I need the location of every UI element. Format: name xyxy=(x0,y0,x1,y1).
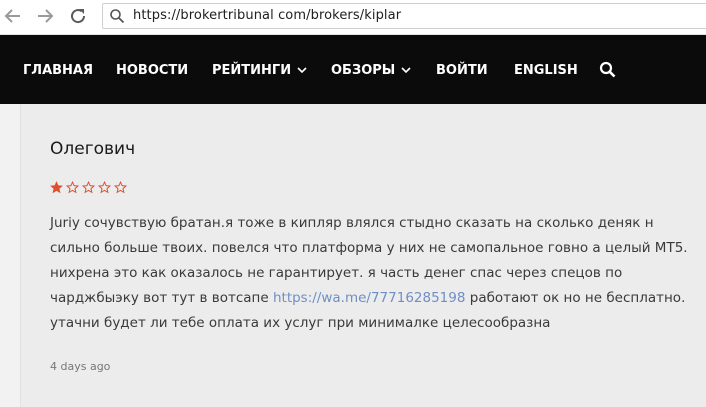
address-bar[interactable]: https://brokertribunal com/brokers/kipla… xyxy=(102,3,706,29)
nav-item-english[interactable]: ENGLISH xyxy=(514,61,578,79)
review-timestamp: 4 days ago xyxy=(50,360,111,373)
star-filled-icon xyxy=(50,181,63,194)
review-line: утачни будет ли тебе оплата их услуг при… xyxy=(50,315,551,331)
reload-icon xyxy=(71,9,86,24)
star-empty-icon xyxy=(82,181,95,194)
reload-button[interactable] xyxy=(66,4,90,28)
review-line: нихрена это как оказалось не гарантирует… xyxy=(50,265,623,281)
review-line: сильно больше твоих. повелся что платфор… xyxy=(50,240,688,256)
review-line: чарджбыэку вот тут в вотсапе https://wa.… xyxy=(50,286,700,311)
star-rating xyxy=(50,181,127,194)
nav-item-label: ВОЙТИ xyxy=(436,62,488,78)
nav-item-home[interactable]: ГЛАВНАЯ xyxy=(23,61,93,79)
nav-item-label: ОБЗОРЫ xyxy=(331,62,396,78)
nav-item-news[interactable]: НОВОСТИ xyxy=(116,61,188,79)
review-line: Juriy сочувствую братан.я тоже в кипляр … xyxy=(50,215,654,231)
star-empty-icon xyxy=(98,181,111,194)
chevron-down-icon xyxy=(297,67,307,74)
review-text-segment: чарджбыэку вот тут в вотсапе xyxy=(50,290,273,306)
search-icon xyxy=(110,9,125,24)
nav-item-login[interactable]: ВОЙТИ xyxy=(436,61,488,79)
nav-item-label: РЕЙТИНГИ xyxy=(212,62,292,78)
review-text: Juriy сочувствую братан.я тоже в кипляр … xyxy=(50,211,700,336)
nav-item-reviews[interactable]: ОБЗОРЫ xyxy=(331,61,411,79)
nav-item-label: НОВОСТИ xyxy=(116,62,189,78)
site-nav: ГЛАВНАЯ НОВОСТИ РЕЙТИНГИ ОБЗОРЫ ВОЙТИ EN… xyxy=(0,35,706,104)
star-empty-icon xyxy=(66,181,79,194)
nav-item-label: ENGLISH xyxy=(514,62,578,78)
search-icon[interactable] xyxy=(599,61,616,78)
forward-button[interactable] xyxy=(33,4,57,28)
star-empty-icon xyxy=(114,181,127,194)
back-button[interactable] xyxy=(1,4,25,28)
review-text-segment: работают ок но не бесплатно. xyxy=(465,290,686,306)
browser-toolbar: https://brokertribunal com/brokers/kipla… xyxy=(0,0,706,35)
nav-item-ratings[interactable]: РЕЙТИНГИ xyxy=(212,61,307,79)
arrow-left-icon xyxy=(4,9,20,23)
review-author: Олегович xyxy=(50,139,136,159)
nav-item-label: ГЛАВНАЯ xyxy=(23,62,94,78)
chevron-down-icon xyxy=(401,67,411,74)
whatsapp-link[interactable]: https://wa.me/77716285198 xyxy=(273,290,465,306)
url-text: https://brokertribunal com/brokers/kipla… xyxy=(133,8,402,23)
arrow-right-icon xyxy=(38,9,54,23)
